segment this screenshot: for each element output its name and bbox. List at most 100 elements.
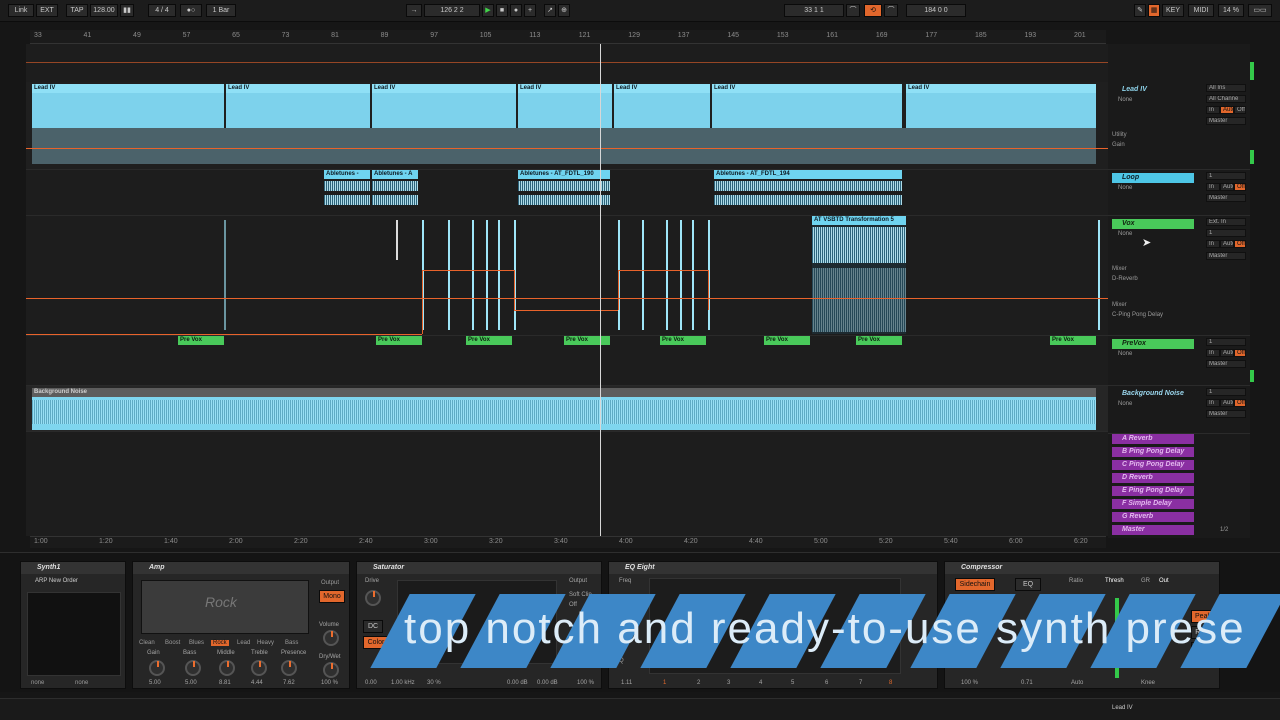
lead-clip[interactable]: Lead IV [518, 84, 612, 128]
midi-map-button[interactable]: MIDI [1188, 4, 1214, 17]
level-meter [1250, 370, 1254, 382]
loop-clip[interactable]: Abletunes - AT_FDTL_190 [518, 170, 610, 212]
return-track-e[interactable]: E Ping Pong Delay [1112, 486, 1194, 496]
lead-clip[interactable]: Lead IV [712, 84, 902, 128]
track-name-vox[interactable]: Vox [1112, 219, 1194, 229]
loop-switch-icon[interactable]: ⟲ [864, 4, 882, 17]
loop-clip[interactable]: Abletunes - [324, 170, 370, 212]
background-noise-clip[interactable]: Background Noise [32, 388, 1096, 430]
presence-knob[interactable] [281, 660, 297, 676]
return-track-d[interactable]: D Reverb [1112, 473, 1194, 483]
gain-knob[interactable] [149, 660, 165, 676]
punch-icon[interactable]: ⊕ [558, 4, 570, 17]
prevox-clip[interactable]: Pre Vox [764, 336, 810, 382]
prevox-lane[interactable]: Pre Vox Pre Vox Pre Vox Pre Vox Pre Vox … [26, 336, 1108, 386]
return-track-a[interactable]: A Reverb [1112, 434, 1194, 444]
treble-knob[interactable] [251, 660, 267, 676]
lead-clip[interactable]: Lead IV [226, 84, 370, 128]
stop-icon[interactable]: ■ [496, 4, 508, 17]
color-button[interactable]: Color [363, 636, 389, 649]
volume-knob[interactable] [323, 630, 339, 646]
track-lead[interactable]: Lead IV None Utility Gain All Ins All Ch… [1108, 82, 1250, 170]
dc-button[interactable]: DC [363, 620, 383, 633]
ext-sync-button[interactable]: EXT [36, 4, 58, 17]
track-name-background-noise[interactable]: Background Noise [1112, 389, 1194, 399]
metronome-icon[interactable]: ●○ [180, 4, 202, 17]
track-name-prevox[interactable]: PreVox [1112, 339, 1194, 349]
sidechain-button[interactable]: Sidechain [955, 578, 995, 591]
device-saturator[interactable]: Saturator Drive DC Color Output Soft Cli… [356, 561, 602, 689]
link-button[interactable]: Link [8, 4, 34, 17]
record-icon[interactable]: ● [510, 4, 522, 17]
bass-knob[interactable] [185, 660, 201, 676]
prevox-clip[interactable]: Pre Vox [466, 336, 512, 382]
middle-knob[interactable] [219, 660, 235, 676]
expand-button[interactable]: Expand [1191, 642, 1217, 655]
punch-out-icon[interactable]: ⌒ [884, 4, 898, 17]
return-track-f[interactable]: F Simple Delay [1112, 499, 1194, 509]
prevox-clip[interactable]: Pre Vox [660, 336, 706, 382]
dry-wet-knob[interactable] [323, 662, 339, 678]
loop-clip[interactable]: Abletunes - A [372, 170, 418, 212]
drive-knob[interactable] [365, 590, 381, 606]
output-select[interactable]: Master [1206, 117, 1246, 125]
nudge-icon[interactable]: ▮▮ [120, 4, 134, 17]
overdub-icon[interactable]: + [524, 4, 536, 17]
time-tick: 4:20 [684, 538, 698, 545]
device-compressor[interactable]: Compressor Sidechain EQ Ratio Thresh GR … [944, 561, 1220, 689]
loop-clip[interactable]: Abletunes - AT_FDTL_194 [714, 170, 902, 212]
input-channel-select[interactable]: All Channe [1206, 95, 1246, 103]
play-icon[interactable]: ▶ [482, 4, 494, 17]
track-background-noise[interactable]: Background Noise None 1 In Auto Off Mast… [1108, 386, 1250, 434]
beat-ruler[interactable]: 33 41 49 57 65 73 81 89 97 105 113 121 129 137 145 153 1… [30, 30, 1106, 44]
key-map-button[interactable]: KEY [1162, 4, 1184, 17]
prevox-clip[interactable]: Pre Vox [856, 336, 902, 382]
vox-clip[interactable]: AT VSBTD Transformation 5 [812, 216, 906, 334]
prevox-clip[interactable]: Pre Vox [178, 336, 224, 382]
follow-icon[interactable]: → [406, 4, 422, 17]
lead-lane[interactable]: Lead IV Lead IV Lead IV Lead IV Lead IV … [26, 82, 1108, 170]
track-vox[interactable]: Vox None Ext. In 1 In Auto Off Master Mi… [1108, 216, 1250, 336]
device-amp[interactable]: Amp Rock Output Mono Clean Boost Blues R… [132, 561, 350, 689]
lead-clip[interactable]: Lead IV [32, 84, 224, 128]
playhead[interactable] [600, 44, 601, 542]
device-eq-eight[interactable]: EQ Eight Freq Gain Q 1.11 1 2 3 4 5 6 7 … [608, 561, 938, 689]
prevox-clip[interactable]: Pre Vox [1050, 336, 1096, 382]
return-track-b[interactable]: B Ping Pong Delay [1112, 447, 1194, 457]
peak-button[interactable]: Peak [1191, 610, 1215, 623]
loop-lane[interactable]: Abletunes - Abletunes - A Abletunes - AT… [26, 170, 1108, 216]
draw-mode-icon[interactable]: ✎ [1134, 4, 1146, 17]
master-track[interactable]: Master [1112, 525, 1194, 535]
prevox-clip[interactable]: Pre Vox [564, 336, 610, 382]
cpu-meter: 14 % [1218, 4, 1244, 17]
song-position-field[interactable]: 126 2 2 [424, 4, 480, 17]
tap-tempo-button[interactable]: TAP [66, 4, 88, 17]
lead-clip[interactable]: Lead IV [614, 84, 710, 128]
lead-clip[interactable]: Lead IV [906, 84, 1096, 128]
time-signature-field[interactable]: 4 / 4 [148, 4, 176, 17]
track-name-lead[interactable]: Lead IV [1112, 85, 1194, 95]
eq-button[interactable]: EQ [1015, 578, 1041, 591]
background-noise-lane[interactable]: Background Noise [26, 386, 1108, 432]
mono-button[interactable]: Mono [319, 590, 345, 603]
quantize-menu[interactable]: 1 Bar [206, 4, 236, 17]
track-name-loop[interactable]: Loop [1112, 173, 1194, 183]
computer-keys-icon[interactable]: ▦ [1148, 4, 1160, 17]
automation-arm-icon[interactable]: ↗ [544, 4, 556, 17]
lead-clip[interactable]: Lead IV [372, 84, 516, 128]
loop-length-field[interactable]: 184 0 0 [906, 4, 966, 17]
return-track-g[interactable]: G Reverb [1112, 512, 1194, 522]
rms-button[interactable]: RMS [1191, 626, 1215, 639]
return-track-c[interactable]: C Ping Pong Delay [1112, 460, 1194, 470]
prevox-clip[interactable]: Pre Vox [376, 336, 422, 382]
loop-start-field[interactable]: 33 1 1 [784, 4, 844, 17]
track-prevox[interactable]: PreVox None 1 In Auto Off Master [1108, 336, 1250, 386]
vox-lane[interactable]: AT VSBTD Transformation 5 [26, 216, 1108, 336]
input-type-select[interactable]: All Ins [1206, 84, 1246, 92]
track-loop[interactable]: Loop None 1 In Auto Off Master [1108, 170, 1250, 216]
tempo-field[interactable]: 128.00 [90, 4, 118, 17]
arrangement-view[interactable]: Lead IV Lead IV Lead IV Lead IV Lead IV … [26, 44, 1108, 536]
punch-in-icon[interactable]: ⌒ [846, 4, 860, 17]
time-ruler[interactable]: 1:00 1:20 1:40 2:00 2:20 2:40 3:00 3:20 3:40 4:00… [30, 536, 1106, 548]
device-synth1[interactable]: Synth1 ARP New Order none none [20, 561, 126, 689]
